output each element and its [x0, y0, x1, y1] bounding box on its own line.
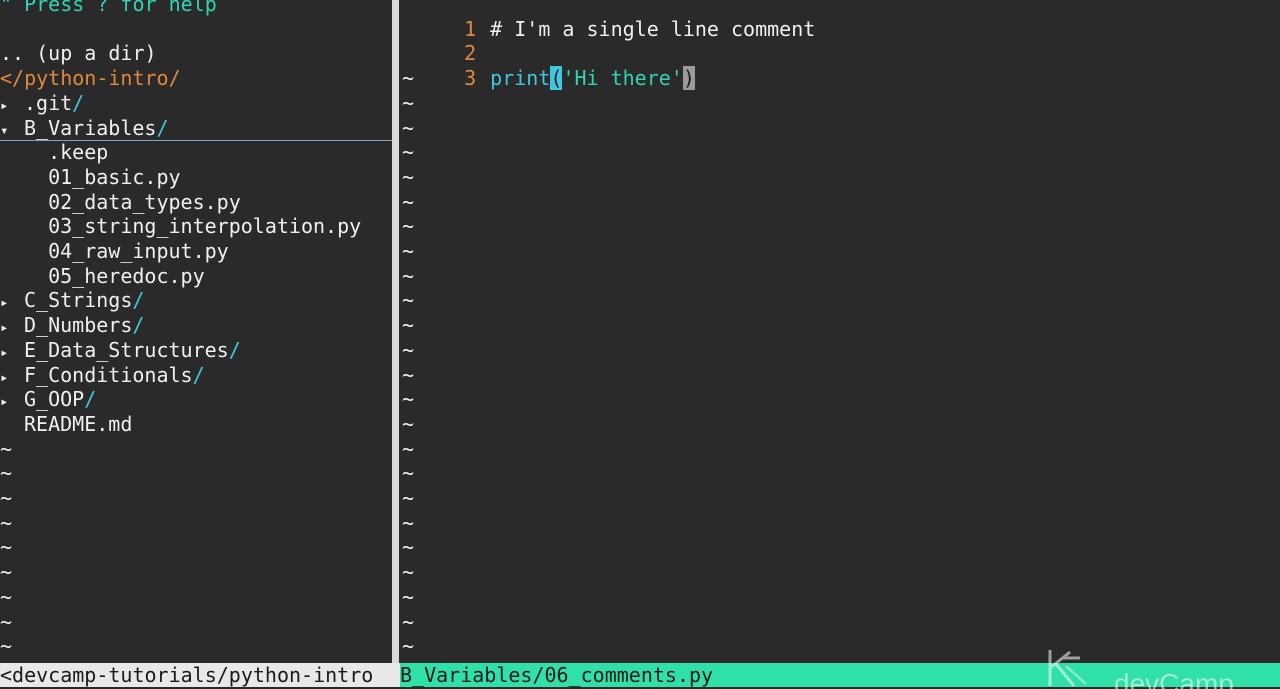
tree-item-label: E_Data_Structures [24, 337, 229, 362]
dir-slash: / [132, 313, 145, 338]
tree-item[interactable]: 03_string_interpolation.py [0, 214, 361, 239]
empty-line-tilde: ~ [0, 436, 13, 461]
empty-line-tilde: ~ [402, 288, 415, 313]
tree-item-label: 01_basic.py [24, 164, 181, 189]
editor-pane[interactable]: 1 # I'm a single line comment 2 3 print('H… [400, 0, 1280, 662]
tree-item[interactable]: ▸ .git/ [0, 91, 84, 116]
empty-line-tilde: ~ [0, 535, 13, 560]
tree-item-label: 04_raw_input.py [24, 239, 229, 263]
empty-line-tilde: ~ [402, 560, 415, 585]
empty-line-tilde: ~ [402, 337, 415, 362]
empty-line-tilde: ~ [402, 164, 415, 189]
empty-line-tilde: ~ [0, 461, 13, 486]
code-line-1[interactable]: 1 # I'm a single line comment [400, 0, 815, 41]
tree-item[interactable]: ▸ F_Conditionals/ [0, 363, 205, 388]
empty-line-tilde: ~ [402, 535, 415, 560]
dir-slash: / [132, 288, 145, 313]
tree-item-label: F_Conditionals [24, 362, 193, 387]
empty-line-tilde: ~ [402, 263, 415, 288]
tree-item[interactable]: README.md [0, 412, 132, 437]
dir-slash: / [72, 90, 85, 115]
dir-slash: / [156, 115, 169, 140]
tree-item-label: .git [24, 90, 73, 115]
empty-line-tilde: ~ [402, 634, 415, 659]
status-line-left: <devcamp-tutorials/python-intro [0, 663, 400, 687]
tree-item[interactable]: .keep [0, 140, 108, 165]
dir-slash: / [228, 337, 241, 362]
tree-item-label: README.md [24, 411, 133, 436]
empty-line-tilde: ~ [0, 560, 13, 585]
tree-item[interactable]: 01_basic.py [0, 164, 181, 190]
code-line-2[interactable]: 2 [400, 17, 490, 65]
empty-line-tilde: ~ [402, 140, 415, 165]
code-function: print [490, 66, 551, 91]
empty-line-tilde: ~ [402, 90, 415, 115]
empty-line-tilde: ~ [0, 609, 13, 634]
tree-item[interactable]: ▸ G_OOP/ [0, 387, 96, 412]
tree-item[interactable]: ▸ D_Numbers/ [0, 313, 144, 338]
dir-slash: / [192, 362, 205, 387]
empty-line-tilde: ~ [402, 239, 415, 263]
empty-line-tilde: ~ [402, 584, 415, 609]
tree-item-label: 05_heredoc.py [24, 263, 205, 288]
devcamp-logo: devCamp [1040, 644, 1280, 689]
tree-item-label: G_OOP [24, 387, 85, 412]
help-hint: " Press ? for help [0, 0, 217, 16]
empty-line-tilde: ~ [0, 634, 13, 659]
tree-item-label: 02_data_types.py [24, 189, 241, 214]
empty-line-tilde: ~ [402, 461, 415, 486]
empty-line-tilde: ~ [402, 66, 415, 91]
tree-item[interactable]: 04_raw_input.py [0, 239, 229, 264]
code-comment: # I'm a single line comment [490, 16, 816, 41]
cursor-line [0, 140, 392, 141]
empty-line-tilde: ~ [402, 486, 415, 510]
line-number: 3 [464, 66, 477, 91]
code-line-3[interactable]: 3 print('Hi there') [400, 41, 695, 91]
tree-item[interactable]: ▾ B_Variables/ [0, 116, 169, 141]
tree-item-label: 03_string_interpolation.py [24, 214, 362, 239]
tree-item[interactable]: ▸ C_Strings/ [0, 288, 144, 313]
tree-item-label: D_Numbers [24, 313, 133, 338]
devcamp-logo-icon [1048, 650, 1087, 687]
code-string: 'Hi there' [562, 66, 683, 91]
empty-line-tilde: ~ [402, 510, 415, 535]
empty-line-tilde: ~ [402, 115, 415, 140]
empty-line-tilde: ~ [402, 362, 415, 387]
empty-line-tilde: ~ [0, 486, 13, 510]
empty-line-tilde: ~ [402, 387, 415, 412]
cursor-paren: ( [550, 66, 563, 91]
tree-root-path[interactable]: </python-intro/ [0, 66, 181, 91]
tree-item-label: B_Variables [24, 115, 157, 140]
devcamp-logo-text: devCamp [1114, 668, 1234, 689]
tree-item[interactable]: 05_heredoc.py [0, 264, 205, 289]
up-dir-link[interactable]: .. (up a dir) [0, 41, 157, 66]
empty-line-tilde: ~ [402, 436, 415, 461]
empty-line-tilde: ~ [402, 313, 415, 338]
empty-line-tilde: ~ [402, 189, 415, 214]
empty-line-tilde: ~ [402, 411, 415, 436]
vertical-split-divider[interactable] [392, 0, 399, 663]
dir-slash: / [84, 387, 97, 412]
tree-item[interactable]: 02_data_types.py [0, 190, 241, 215]
tree-item-label: C_Strings [24, 288, 133, 313]
tree-item-label: .keep [24, 140, 109, 165]
tree-item[interactable]: ▸ E_Data_Structures/ [0, 338, 241, 363]
file-tree-pane[interactable]: " Press ? for help .. (up a dir) </pytho… [0, 0, 392, 662]
empty-line-tilde: ~ [0, 510, 13, 535]
empty-line-tilde: ~ [402, 609, 415, 634]
empty-line-tilde: ~ [402, 214, 415, 239]
matching-paren: ) [682, 66, 695, 91]
empty-line-tilde: ~ [0, 584, 13, 609]
